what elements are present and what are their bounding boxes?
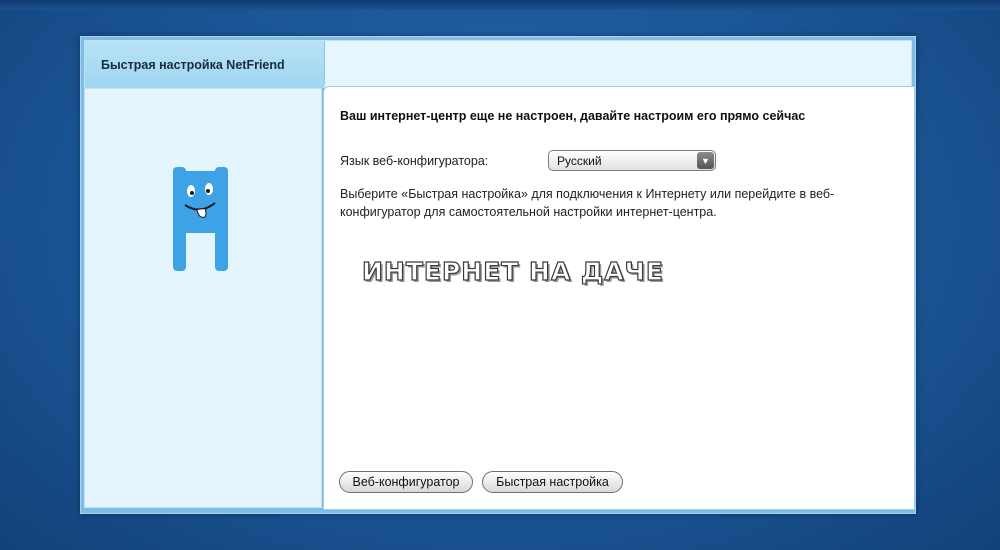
- sidebar: [84, 88, 322, 508]
- quick-setup-button[interactable]: Быстрая настройка: [482, 471, 623, 493]
- description-text: Выберите «Быстрая настройка» для подключ…: [340, 187, 835, 219]
- setup-window: Быстрая настройка NetFriend Ваш интернет…: [80, 36, 916, 514]
- tab-label: Быстрая настройка NetFriend: [101, 58, 285, 72]
- chevron-down-icon[interactable]: ▼: [697, 152, 714, 169]
- banner-text: ИНТЕРНЕТ НА ДАЧЕ: [361, 256, 664, 286]
- web-configurator-button[interactable]: Веб-конфигуратор: [339, 471, 473, 493]
- netfriend-mascot-icon: [173, 167, 228, 271]
- language-value: Русский: [557, 153, 602, 168]
- language-select[interactable]: Русский ▼: [548, 150, 716, 171]
- tab-quick-setup-netfriend[interactable]: Быстрая настройка NetFriend: [85, 41, 325, 89]
- page-heading: Ваш интернет-центр еще не настроен, дава…: [340, 109, 806, 123]
- language-label: Язык веб-конфигуратора:: [340, 154, 489, 168]
- content-panel: Ваш интернет-центр еще не настроен, дава…: [323, 86, 915, 510]
- top-strip: [0, 0, 1000, 10]
- tab-bar: Быстрая настройка NetFriend: [84, 40, 912, 89]
